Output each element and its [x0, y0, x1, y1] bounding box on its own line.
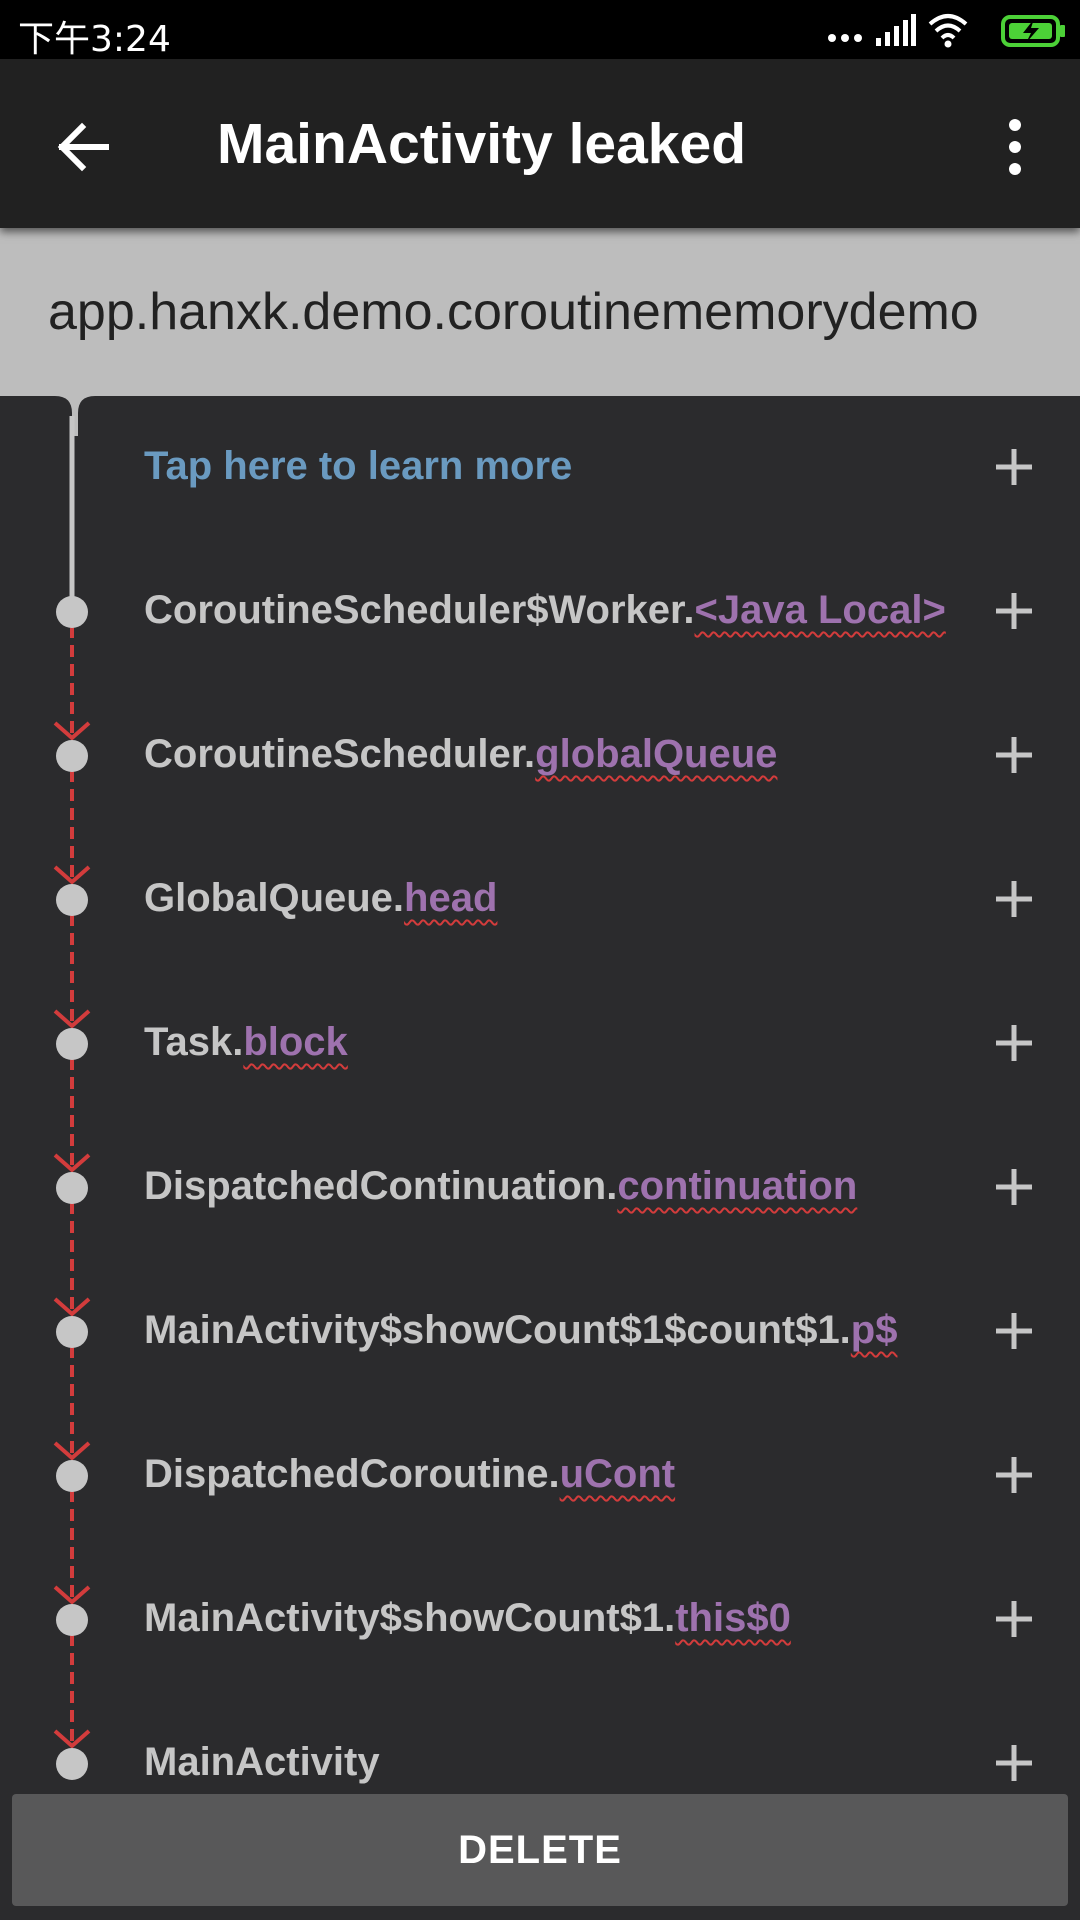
battery-charging-icon: [1001, 15, 1065, 47]
reference-field: head: [404, 876, 498, 920]
trace-reference: MainActivity$showCount$1$count$1.p$: [144, 1308, 897, 1353]
trace-reference: DispatchedContinuation.continuation: [144, 1164, 857, 1209]
expand-plus-icon[interactable]: [994, 879, 1034, 919]
reference-field: <Java Local>: [694, 588, 946, 632]
trace-row[interactable]: CoroutineScheduler.globalQueue: [0, 684, 1080, 828]
reference-class: DispatchedContinuation.: [144, 1164, 618, 1208]
reference-class: GlobalQueue.: [144, 876, 405, 920]
signal-icon: [876, 14, 916, 46]
delete-button[interactable]: DELETE: [12, 1794, 1068, 1906]
reference-class: Task.: [144, 1020, 244, 1064]
reference-class: CoroutineScheduler$Worker.: [144, 588, 695, 632]
reference-class: MainActivity: [144, 1740, 380, 1784]
trace-reference: MainActivity: [144, 1740, 380, 1785]
trace-row[interactable]: MainActivity$showCount$1.this$0: [0, 1548, 1080, 1692]
trace-row[interactable]: GlobalQueue.head: [0, 828, 1080, 972]
reference-field: continuation: [617, 1164, 858, 1208]
package-header: app.hanxk.demo.coroutinememorydemo: [0, 228, 1080, 396]
expand-plus-icon[interactable]: [994, 1743, 1034, 1783]
page-title: MainActivity leaked: [217, 112, 747, 176]
reference-class: DispatchedCoroutine.: [144, 1452, 560, 1496]
expand-plus-icon[interactable]: [994, 735, 1034, 775]
trace-row[interactable]: DispatchedCoroutine.uCont: [0, 1404, 1080, 1548]
reference-class: MainActivity$showCount$1$count$1.: [144, 1308, 851, 1352]
expand-plus-icon[interactable]: [994, 591, 1034, 631]
trace-row[interactable]: MainActivity$showCount$1$count$1.p$: [0, 1260, 1080, 1404]
learn-more-link[interactable]: Tap here to learn more: [144, 444, 572, 489]
reference-field: block: [243, 1020, 348, 1064]
wifi-icon: [928, 14, 968, 48]
expand-plus-icon[interactable]: [994, 1599, 1034, 1639]
expand-plus-icon[interactable]: [994, 1023, 1034, 1063]
trace-row[interactable]: DispatchedContinuation.continuation: [0, 1116, 1080, 1260]
trace-reference: MainActivity$showCount$1.this$0: [144, 1596, 791, 1641]
expand-plus-icon[interactable]: [994, 1455, 1034, 1495]
trace-reference: CoroutineScheduler$Worker.<Java Local>: [144, 588, 946, 633]
package-name: app.hanxk.demo.coroutinememorydemo: [48, 283, 979, 341]
reference-class: CoroutineScheduler.: [144, 732, 536, 776]
status-bar: 下午3:24: [0, 0, 1080, 60]
trace-reference: CoroutineScheduler.globalQueue: [144, 732, 777, 777]
reference-class: MainActivity$showCount$1.: [144, 1596, 676, 1640]
reference-field: this$0: [675, 1596, 791, 1640]
status-time: 下午3:24: [18, 19, 171, 60]
arrow-back-icon[interactable]: [52, 117, 112, 177]
reference-field: p$: [850, 1308, 898, 1352]
trace-reference: GlobalQueue.head: [144, 876, 497, 921]
trace-row[interactable]: MainActivity: [0, 1692, 1080, 1790]
app-bar: MainActivity leaked: [0, 59, 1080, 228]
reference-field: uCont: [559, 1452, 676, 1496]
learn-more-row[interactable]: Tap here to learn more: [0, 396, 1080, 540]
trace-reference: Task.block: [144, 1020, 348, 1065]
trace-row[interactable]: Task.block: [0, 972, 1080, 1116]
leak-trace: Tap here to learn more CoroutineSchedule…: [0, 396, 1080, 1790]
expand-plus-icon[interactable]: [994, 1311, 1034, 1351]
reference-field: globalQueue: [535, 732, 778, 776]
more-dots-icon: [828, 34, 862, 42]
trace-reference: DispatchedCoroutine.uCont: [144, 1452, 675, 1497]
more-vert-icon[interactable]: [995, 115, 1035, 179]
trace-row[interactable]: CoroutineScheduler$Worker.<Java Local>: [0, 540, 1080, 684]
expand-plus-icon[interactable]: [994, 447, 1034, 487]
expand-plus-icon[interactable]: [994, 1167, 1034, 1207]
